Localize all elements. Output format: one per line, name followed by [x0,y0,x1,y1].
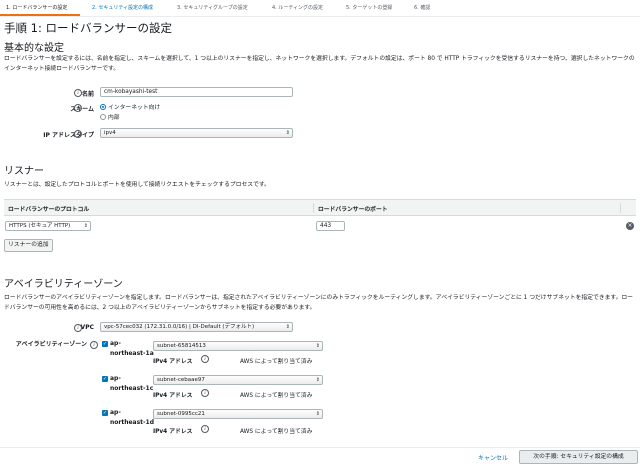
az-heading: アベイラビリティーゾーン [4,279,123,290]
ip-type-info-icon[interactable]: i [74,130,82,138]
wizard-step-1[interactable]: 1. ロードバランサーの設定 [6,4,67,11]
scheme-internet-facing-label: インターネット向け [108,105,161,111]
az-1d-ipv4-value: AWS によって割り当て済み [240,429,313,435]
select-arrows-icon: ⇕ [315,411,320,417]
az-1c-subnet-value: subnet-cebaae97 [157,377,205,383]
az-1c-ipv4-label: IPv4 アドレス [153,393,193,399]
vpc-label: VPC [80,324,94,331]
az-1a-ipv4-label: IPv4 アドレス [153,359,193,365]
ipv4-info-icon[interactable]: i [201,389,209,397]
protocol-select[interactable]: HTTPS (セキュア HTTP) ⇕ [5,221,91,231]
az-name-line2: northeast-1a [110,350,154,357]
wizard-step-4[interactable]: 4. ルーティングの設定 [272,4,323,11]
az-1d-subnet-value: subnet-0995cc21 [157,411,205,417]
wizard-footer: キャンセル 次の手順: セキュリティ設定の構成 [0,447,640,467]
az-1c-ipv4-value: AWS によって割り当て済み [240,393,313,399]
select-arrows-icon: ⇕ [285,324,290,330]
basic-settings-description: ロードバランサーを設定するには、名前を指定し、スキームを選択して、1 つ以上のリ… [4,56,635,72]
az-1d-checkbox[interactable]: ✓ [102,410,108,416]
protocol-value: HTTPS (セキュア HTTP) [9,223,71,229]
az-1c-name: ap- northeast-1c [110,374,153,394]
vpc-value: vpc-57cec032 (172.31.0.0/16) | DI-Defaul… [104,324,255,330]
listener-heading: リスナー [4,166,44,177]
radio-unchecked-icon[interactable] [100,114,106,120]
col-protocol: ロードバランサーのプロトコル [8,207,90,213]
name-info-icon[interactable]: i [74,89,82,97]
ip-type-value: ipv4 [104,130,116,136]
az-name-line1: ap- [110,375,121,382]
az-info-icon[interactable]: i [90,341,98,349]
vpc-select[interactable]: vpc-57cec032 (172.31.0.0/16) | DI-Defaul… [100,322,293,332]
select-arrows-icon: ⇕ [315,377,320,383]
az-1d-ipv4-label: IPv4 アドレス [153,429,193,435]
ip-type-label: IP アドレスタイプ [43,132,94,139]
az-1d-name: ap- northeast-1d [110,408,154,428]
az-1d-subnet-select[interactable]: subnet-0995cc21 ⇕ [153,409,323,419]
select-arrows-icon: ⇕ [315,343,320,349]
scheme-internal-label: 内部 [108,115,120,121]
az-1a-checkbox[interactable]: ✓ [102,341,108,347]
az-name-line2: northeast-1c [110,385,154,392]
select-arrows-icon: ⇕ [285,130,290,136]
col-port: ロードバランサーのポート [318,207,388,213]
az-1a-subnet-value: subnet-65814513 [157,343,206,349]
az-name-line1: ap- [110,340,121,347]
page-title: 手順 1: ロードバランサーの設定 [4,21,173,35]
scheme-info-icon[interactable]: i [74,104,82,112]
az-1a-subnet-select[interactable]: subnet-65814513 ⇕ [153,341,323,351]
name-label: 名前 [81,91,94,98]
ip-type-select[interactable]: ipv4 ⇕ [100,128,293,138]
ipv4-info-icon[interactable]: i [201,355,209,363]
radio-checked-icon[interactable] [100,104,106,110]
wizard-step-5[interactable]: 5. ターゲットの登録 [346,4,392,11]
az-1a-name: ap- northeast-1a [110,339,154,359]
wizard-step-2[interactable]: 2. セキュリティ設定の構成 [92,4,153,11]
port-input[interactable]: 443 [316,221,345,231]
wizard-step-6[interactable]: 6. 確認 [414,4,430,11]
cancel-link[interactable]: キャンセル [478,453,508,462]
wizard-nav: 1. ロードバランサーの設定 2. セキュリティ設定の構成 3. セキュリティグ… [0,0,640,17]
az-1a-ipv4-value: AWS によって割り当て済み [240,359,313,365]
active-step-indicator [0,14,80,16]
az-description: ロードバランサーのアベイラビリティーゾーンを指定します。ロードバランサーは、指定… [4,295,633,311]
add-listener-button[interactable]: リスナーの追加 [4,239,53,252]
az-1c-subnet-select[interactable]: subnet-cebaae97 ⇕ [153,375,323,385]
select-arrows-icon: ⇕ [83,223,88,229]
name-input[interactable]: cm-kobayashi-test [100,87,293,97]
vpc-info-icon[interactable]: i [74,324,82,332]
next-step-button[interactable]: 次の手順: セキュリティ設定の構成 [519,450,638,464]
az-name-line2: northeast-1d [110,419,155,426]
az-1c-checkbox[interactable]: ✓ [102,376,108,382]
listener-table-header: ロードバランサーのプロトコル ロードバランサーのポート [4,199,636,216]
az-label: アベイラビリティーゾーン [15,341,87,348]
scheme-internal[interactable]: 内部 [100,112,120,121]
ipv4-info-icon[interactable]: i [201,425,209,433]
wizard-step-3[interactable]: 3. セキュリティグループの設定 [177,4,248,11]
basic-settings-heading: 基本的な設定 [4,43,64,54]
scheme-internet-facing[interactable]: インターネット向け [100,102,160,111]
column-divider [620,203,621,213]
az-name-line1: ap- [110,409,121,416]
remove-listener-icon[interactable]: × [626,222,634,230]
listener-description: リスナーとは、設定したプロトコルとポートを使用して接続リクエストをチェックするプ… [4,182,270,188]
column-divider [313,203,314,213]
